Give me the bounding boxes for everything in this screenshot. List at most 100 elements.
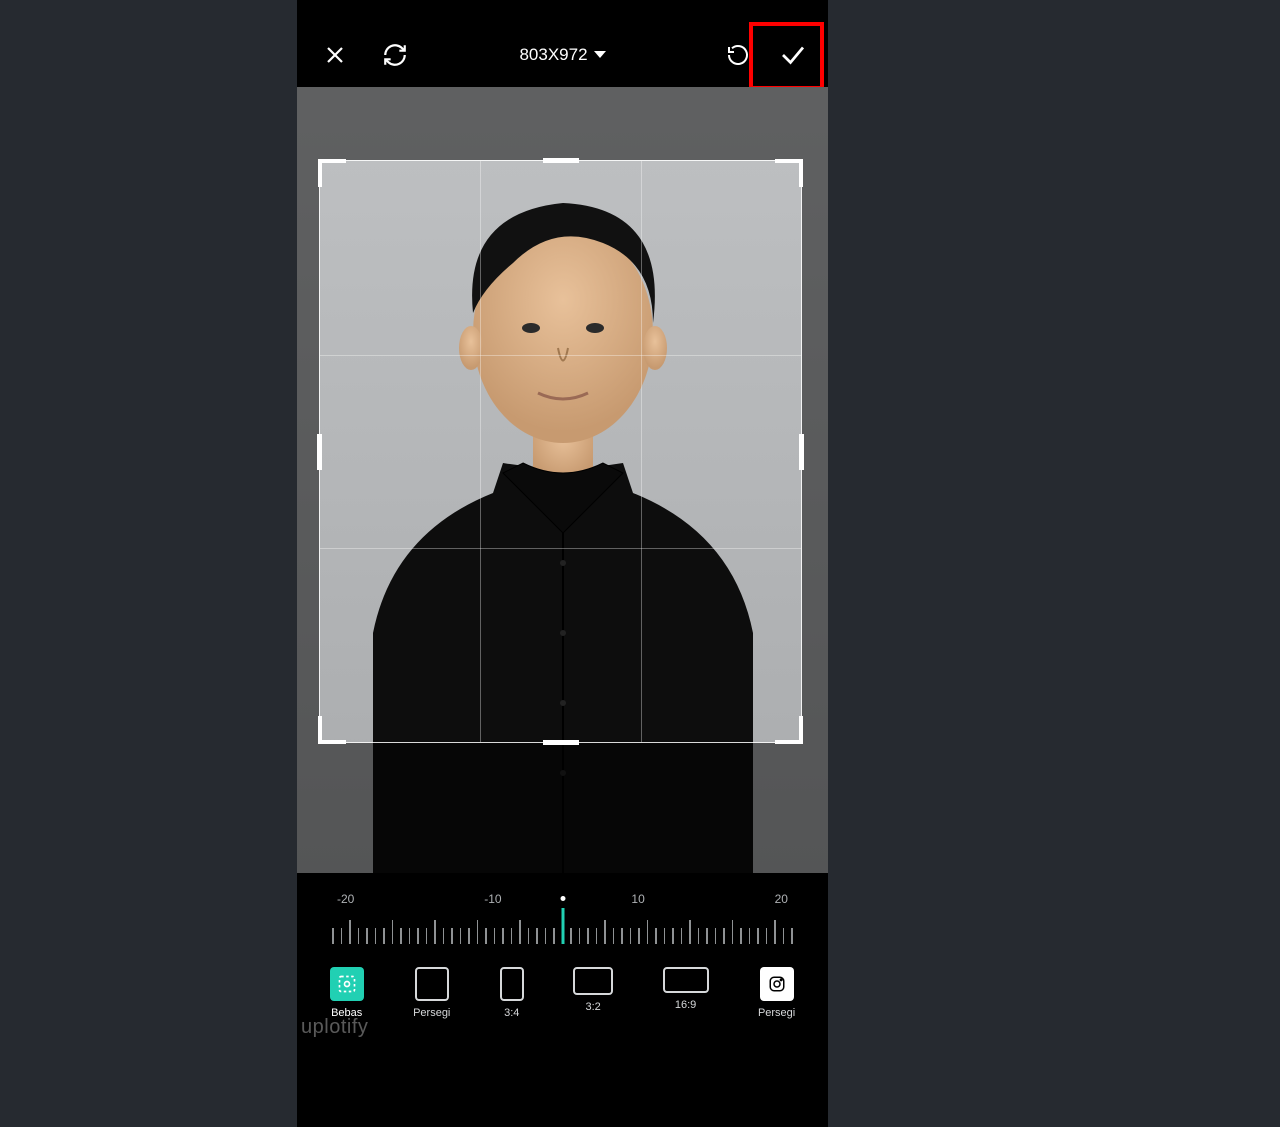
ruler-tick bbox=[485, 928, 487, 944]
aspect-option-ig[interactable]: Persegi bbox=[758, 967, 795, 1019]
close-icon bbox=[323, 43, 347, 67]
aspect-option-16-9[interactable]: 16:9 bbox=[663, 967, 709, 1011]
ruler-tick bbox=[570, 928, 572, 944]
ruler-label: 10 bbox=[631, 892, 644, 906]
ruler-tick bbox=[375, 928, 377, 944]
ruler-label: 20 bbox=[775, 892, 788, 906]
ruler-tick bbox=[366, 928, 368, 944]
crop-shade bbox=[297, 743, 828, 873]
crop-shade bbox=[297, 160, 319, 743]
ruler-tick bbox=[757, 928, 759, 944]
aspect-shape-icon bbox=[500, 967, 524, 1001]
ruler-tick bbox=[417, 928, 419, 944]
aspect-ratio-bar: Bebas Persegi 3:4 3:2 16:9 Persegi bbox=[297, 955, 828, 1127]
ruler-tick bbox=[332, 928, 334, 944]
ruler-tick bbox=[655, 928, 657, 944]
ruler-tick bbox=[715, 928, 717, 944]
rotate-button[interactable] bbox=[710, 27, 765, 82]
ruler-tick bbox=[494, 928, 496, 944]
grid-line bbox=[320, 548, 801, 549]
close-button[interactable] bbox=[307, 27, 362, 82]
crop-handle-bottom[interactable] bbox=[543, 740, 579, 745]
ruler-tick bbox=[502, 928, 504, 944]
ruler-tick bbox=[426, 928, 428, 944]
crop-shade bbox=[802, 160, 828, 743]
ruler-tick bbox=[647, 920, 649, 944]
ruler-tick bbox=[460, 928, 462, 944]
ruler-tick bbox=[638, 928, 640, 944]
aspect-option-label: 3:2 bbox=[586, 1001, 601, 1013]
ruler-tick bbox=[468, 928, 470, 944]
crop-frame[interactable] bbox=[319, 160, 802, 743]
reset-icon bbox=[382, 42, 408, 68]
ruler-tick bbox=[358, 928, 360, 944]
aspect-option-label: 3:4 bbox=[504, 1007, 519, 1019]
ruler-tick bbox=[536, 928, 538, 944]
phone-screen: 803X972 bbox=[297, 0, 828, 1127]
ruler-tick bbox=[723, 928, 725, 944]
crop-handle-bl[interactable] bbox=[318, 716, 346, 744]
ruler-tick bbox=[400, 928, 402, 944]
crop-handle-tr[interactable] bbox=[775, 159, 803, 187]
aspect-option-3-4[interactable]: 3:4 bbox=[500, 967, 524, 1019]
ruler-tick bbox=[783, 928, 785, 944]
ruler-ticks bbox=[297, 912, 828, 944]
ruler-tick bbox=[604, 920, 606, 944]
aspect-shape-icon bbox=[415, 967, 449, 1001]
grid-line bbox=[480, 161, 481, 742]
aspect-option-persegi[interactable]: Persegi bbox=[413, 967, 450, 1019]
ruler-tick bbox=[791, 928, 793, 944]
rotate-icon bbox=[726, 43, 750, 67]
grid-line bbox=[641, 161, 642, 742]
ruler-tick bbox=[689, 920, 691, 944]
ruler-tick bbox=[613, 928, 615, 944]
aspect-option-3-2[interactable]: 3:2 bbox=[573, 967, 613, 1013]
ruler-tick bbox=[664, 928, 666, 944]
ruler-center-indicator bbox=[561, 908, 564, 944]
ruler-tick bbox=[443, 928, 445, 944]
aspect-option-label: Bebas bbox=[331, 1007, 362, 1019]
instagram-icon bbox=[760, 967, 794, 1001]
crop-handle-top[interactable] bbox=[543, 158, 579, 163]
ruler-tick bbox=[672, 928, 674, 944]
ruler-tick bbox=[587, 928, 589, 944]
crop-handle-right[interactable] bbox=[799, 434, 804, 470]
check-icon bbox=[778, 40, 808, 70]
ruler-tick bbox=[706, 928, 708, 944]
rotation-ruler[interactable]: -20 -10 10 20 bbox=[297, 880, 828, 955]
ruler-tick bbox=[732, 920, 734, 944]
confirm-button[interactable] bbox=[765, 27, 820, 82]
crop-handle-tl[interactable] bbox=[318, 159, 346, 187]
ruler-tick bbox=[392, 920, 394, 944]
ruler-tick bbox=[383, 928, 385, 944]
grid-line bbox=[320, 355, 801, 356]
ruler-tick bbox=[698, 928, 700, 944]
aspect-shape-icon bbox=[573, 967, 613, 995]
ruler-tick bbox=[434, 920, 436, 944]
ruler-tick bbox=[511, 928, 513, 944]
aspect-option-label: Persegi bbox=[758, 1007, 795, 1019]
aspect-option-bebas[interactable]: Bebas bbox=[330, 967, 364, 1019]
ruler-label: -10 bbox=[484, 892, 501, 906]
ruler-tick bbox=[545, 928, 547, 944]
crop-handle-left[interactable] bbox=[317, 434, 322, 470]
ruler-tick bbox=[579, 928, 581, 944]
crop-handle-br[interactable] bbox=[775, 716, 803, 744]
ruler-tick bbox=[621, 928, 623, 944]
ruler-tick bbox=[740, 928, 742, 944]
ruler-tick bbox=[519, 920, 521, 944]
ruler-label: -20 bbox=[337, 892, 354, 906]
photo-stage bbox=[297, 87, 828, 873]
reset-button[interactable] bbox=[367, 27, 422, 82]
ruler-tick bbox=[749, 928, 751, 944]
ruler-tick bbox=[766, 928, 768, 944]
ruler-tick bbox=[630, 928, 632, 944]
aspect-option-label: Persegi bbox=[413, 1007, 450, 1019]
ruler-tick bbox=[528, 928, 530, 944]
dimensions-label: 803X972 bbox=[519, 45, 587, 65]
ruler-tick bbox=[553, 928, 555, 944]
aspect-shape-icon bbox=[663, 967, 709, 993]
ruler-tick bbox=[451, 928, 453, 944]
ruler-tick bbox=[349, 920, 351, 944]
crop-shade bbox=[297, 87, 828, 160]
